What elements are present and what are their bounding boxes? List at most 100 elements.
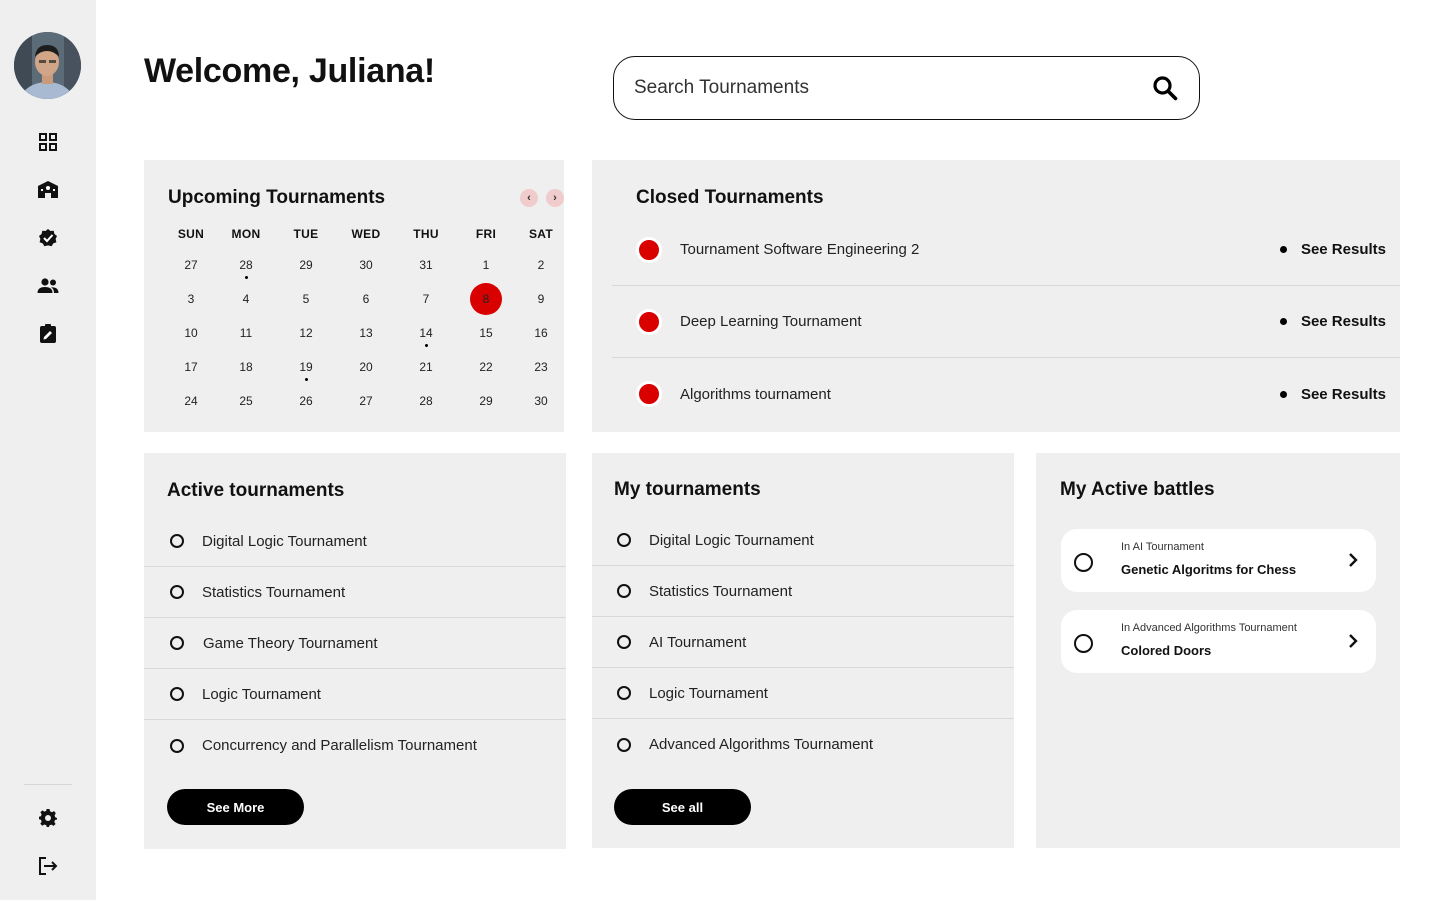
tournament-name: Logic Tournament — [202, 685, 321, 703]
radio-circle-icon — [617, 533, 631, 547]
battle-card[interactable]: In AI Tournament Genetic Algoritms for C… — [1061, 529, 1376, 592]
calendar-day-number: 29 — [299, 258, 313, 272]
tournament-name: Digital Logic Tournament — [649, 531, 814, 549]
closed-tournaments-title: Closed Tournaments — [636, 187, 824, 208]
calendar-day[interactable]: 17 — [161, 350, 221, 384]
active-tournaments-title: Active tournaments — [167, 480, 345, 501]
bullet-icon — [1279, 390, 1287, 398]
closed-tournament-row: Algorithms tournament See Results — [612, 358, 1400, 430]
tournament-name: Concurrency and Parallelism Tournament — [202, 737, 477, 754]
calendar-day[interactable]: 7 — [391, 282, 461, 316]
calendar-day[interactable]: 28 — [391, 384, 461, 418]
people-icon[interactable] — [36, 274, 60, 298]
calendar-day[interactable]: 10 — [161, 316, 221, 350]
search-icon[interactable] — [1151, 74, 1179, 102]
my-tournament-row[interactable]: Advanced Algorithms Tournament — [592, 719, 1014, 770]
calendar-day[interactable]: 27 — [161, 248, 221, 282]
upcoming-tournaments-title: Upcoming Tournaments — [168, 187, 386, 208]
radio-circle-icon — [617, 686, 631, 700]
calendar-day[interactable]: 21 — [391, 350, 461, 384]
calendar-day-number: 18 — [239, 360, 253, 374]
gear-icon[interactable] — [36, 806, 60, 830]
calendar-day[interactable]: 1 — [461, 248, 511, 282]
closed-tournament-row: Tournament Software Engineering 2 See Re… — [612, 214, 1400, 286]
calendar-day-number: 22 — [479, 360, 493, 374]
page-title: Welcome, Juliana! — [144, 52, 435, 90]
active-tournament-row[interactable]: Statistics Tournament — [144, 567, 566, 618]
radio-circle-icon — [170, 585, 184, 599]
calendar-day[interactable]: 26 — [271, 384, 341, 418]
calendar-day-number: 26 — [299, 394, 313, 408]
calendar-day[interactable]: 28 — [221, 248, 271, 282]
calendar-day[interactable]: 30 — [341, 248, 391, 282]
assignment-icon[interactable] — [36, 322, 60, 346]
calendar-day-number: 19 — [299, 360, 313, 374]
calendar-day[interactable]: 19 — [271, 350, 341, 384]
calendar-next-button[interactable]: › — [546, 189, 564, 207]
calendar-day-number: 23 — [534, 360, 548, 374]
calendar-day[interactable]: 31 — [391, 248, 461, 282]
calendar-day[interactable]: 20 — [341, 350, 391, 384]
calendar-day[interactable]: 18 — [221, 350, 271, 384]
calendar-day-number: 27 — [359, 394, 373, 408]
see-results-link[interactable]: See Results — [1279, 241, 1386, 258]
calendar-day[interactable]: 25 — [221, 384, 271, 418]
calendar-day-number: 17 — [184, 360, 198, 374]
my-tournament-row[interactable]: AI Tournament — [592, 617, 1014, 668]
logout-icon[interactable] — [36, 854, 60, 878]
calendar-day[interactable]: 6 — [341, 282, 391, 316]
battle-card[interactable]: In Advanced Algorithms Tournament Colore… — [1061, 610, 1376, 673]
calendar-day-number: 9 — [537, 292, 545, 306]
calendar-day[interactable]: 12 — [271, 316, 341, 350]
see-results-link[interactable]: See Results — [1279, 386, 1386, 403]
search-bar[interactable] — [613, 56, 1200, 120]
bullet-icon — [1279, 246, 1287, 253]
calendar-day[interactable]: 23 — [511, 350, 571, 384]
school-icon[interactable] — [36, 178, 60, 202]
dashboard-grid-icon[interactable] — [36, 130, 60, 154]
my-tournament-row[interactable]: Digital Logic Tournament — [592, 515, 1014, 566]
calendar-prev-button[interactable]: ‹ — [520, 189, 538, 207]
search-input[interactable] — [634, 77, 1151, 99]
calendar-day[interactable]: 22 — [461, 350, 511, 384]
verified-badge-icon[interactable] — [36, 226, 60, 250]
weekday-label: MON — [231, 227, 261, 241]
calendar-day[interactable]: 30 — [511, 384, 571, 418]
calendar-day[interactable]: 27 — [341, 384, 391, 418]
closed-status-dot — [636, 236, 662, 263]
radio-circle-icon — [170, 738, 184, 753]
battle-name: Colored Doors — [1121, 643, 1212, 658]
bullet-icon — [1279, 318, 1287, 325]
battle-name: Genetic Algoritms for Chess — [1121, 562, 1297, 577]
calendar-day[interactable]: 11 — [221, 316, 271, 350]
calendar-day-number: 25 — [239, 394, 253, 408]
my-tournament-row[interactable]: Statistics Tournament — [592, 566, 1014, 617]
calendar-day[interactable]: 13 — [341, 316, 391, 350]
calendar-day[interactable]: 9 — [511, 282, 571, 316]
avatar[interactable] — [14, 32, 81, 99]
active-tournament-row[interactable]: Concurrency and Parallelism Tournament — [144, 720, 566, 771]
calendar-day[interactable]: 16 — [511, 316, 571, 350]
active-tournament-row[interactable]: Game Theory Tournament — [144, 618, 566, 669]
active-tournament-row[interactable]: Logic Tournament — [144, 669, 566, 720]
my-tournaments-title: My tournaments — [614, 479, 761, 500]
active-tournament-row[interactable]: Digital Logic Tournament — [144, 516, 566, 567]
see-results-link[interactable]: See Results — [1279, 313, 1386, 330]
calendar-day-number: 7 — [422, 292, 430, 306]
closed-tournament-row: Deep Learning Tournament See Results — [612, 286, 1400, 358]
calendar-day[interactable]: 24 — [161, 384, 221, 418]
see-all-button[interactable]: See all — [614, 789, 751, 825]
calendar-day[interactable]: 4 — [221, 282, 271, 316]
calendar-day[interactable]: 5 — [271, 282, 341, 316]
calendar-day[interactable]: 15 — [461, 316, 511, 350]
my-tournament-row[interactable]: Logic Tournament — [592, 668, 1014, 719]
calendar-day-number: 5 — [302, 292, 310, 306]
calendar-day[interactable]: 14 — [391, 316, 461, 350]
calendar-day[interactable]: 3 — [161, 282, 221, 316]
calendar-day[interactable]: 29 — [461, 384, 511, 418]
see-more-button[interactable]: See More — [167, 789, 304, 825]
calendar-day[interactable]: 2 — [511, 248, 571, 282]
sidebar — [0, 0, 96, 900]
calendar-day[interactable]: 29 — [271, 248, 341, 282]
calendar-day-today[interactable]: 8 — [461, 282, 511, 316]
